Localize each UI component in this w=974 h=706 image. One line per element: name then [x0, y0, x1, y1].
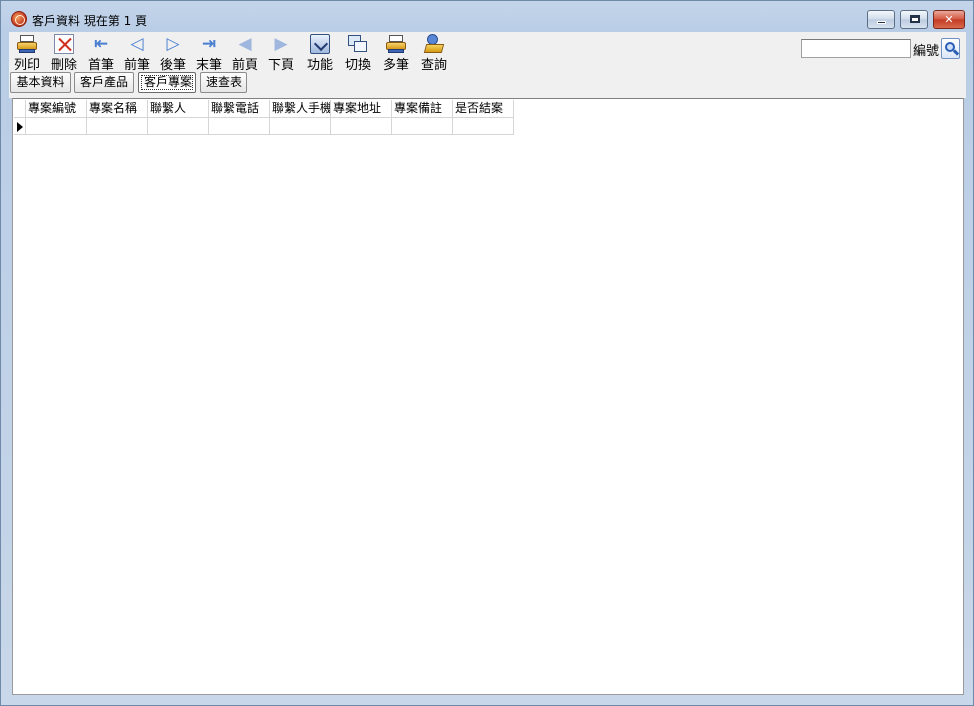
previous-page-button[interactable]: ◀ 前頁 [227, 32, 263, 73]
column-header[interactable]: 專案編號 [26, 100, 87, 118]
column-header[interactable]: 專案名稱 [87, 100, 148, 118]
tab-quick-reference[interactable]: 速查表 [200, 72, 247, 93]
column-header[interactable]: 是否結案 [453, 100, 514, 118]
first-record-icon: ⇤ [93, 34, 109, 54]
table-row[interactable] [14, 118, 514, 135]
maximize-button[interactable] [900, 10, 928, 29]
row-header-corner [14, 100, 26, 118]
row-selector[interactable] [14, 118, 26, 135]
search-button[interactable] [941, 38, 960, 59]
previous-page-icon: ◀ [238, 34, 252, 54]
id-search-input[interactable] [801, 39, 911, 58]
grid-header: 專案編號 專案名稱 聯繫人 聯繫電話 聯繫人手機 專案地址 專案備註 是否結案 [14, 100, 514, 118]
print-button[interactable]: 列印 [9, 32, 45, 73]
column-header[interactable]: 聯繫電話 [209, 100, 270, 118]
app-window: 客戶資料 現在第 1 頁 ✕ 列印 刪除 ⇤ 首筆 ◁ 前筆 ▷ 後筆 ⇥ 末筆 [0, 0, 974, 706]
table-cell[interactable] [209, 118, 270, 135]
multi-record-icon [386, 34, 406, 54]
tab-customer-projects[interactable]: 客戶專案 [138, 72, 196, 93]
minimize-icon [877, 21, 886, 24]
delete-icon [54, 34, 74, 54]
table-cell[interactable] [26, 118, 87, 135]
previous-record-button[interactable]: ◁ 前筆 [119, 32, 155, 73]
close-button[interactable]: ✕ [933, 10, 965, 29]
table-cell[interactable] [392, 118, 453, 135]
project-grid-panel: 專案編號 專案名稱 聯繫人 聯繫電話 聯繫人手機 專案地址 專案備註 是否結案 [12, 98, 964, 695]
next-page-icon: ▶ [274, 34, 288, 54]
table-cell[interactable] [453, 118, 514, 135]
table-cell[interactable] [331, 118, 392, 135]
last-record-icon: ⇥ [201, 34, 217, 54]
function-icon [310, 34, 330, 54]
function-button[interactable]: 功能 [302, 32, 338, 73]
toolbar: 列印 刪除 ⇤ 首筆 ◁ 前筆 ▷ 後筆 ⇥ 末筆 ◀ 前頁 ▶ 下頁 功能 切… [9, 32, 966, 98]
query-icon [423, 34, 445, 54]
column-header[interactable]: 聯繫人 [148, 100, 209, 118]
previous-record-icon: ◁ [130, 34, 144, 54]
next-record-icon: ▷ [166, 34, 180, 54]
title-bar[interactable]: 客戶資料 現在第 1 頁 ✕ [1, 1, 973, 32]
last-record-button[interactable]: ⇥ 末筆 [191, 32, 227, 73]
query-button[interactable]: 查詢 [416, 32, 452, 73]
minimize-button[interactable] [867, 10, 895, 29]
current-row-arrow-icon [17, 122, 23, 132]
table-cell[interactable] [270, 118, 331, 135]
delete-button[interactable]: 刪除 [46, 32, 82, 73]
next-record-button[interactable]: ▷ 後筆 [155, 32, 191, 73]
table-cell[interactable] [87, 118, 148, 135]
tab-basic-info[interactable]: 基本資料 [10, 72, 71, 93]
close-icon: ✕ [944, 13, 954, 26]
multi-record-button[interactable]: 多筆 [378, 32, 414, 73]
window-title: 客戶資料 現在第 1 頁 [32, 14, 148, 28]
tab-customer-products[interactable]: 客戶產品 [74, 72, 134, 93]
table-cell[interactable] [148, 118, 209, 135]
column-header[interactable]: 專案地址 [331, 100, 392, 118]
id-search-label: 編號 [913, 44, 940, 59]
switch-button[interactable]: 切換 [340, 32, 376, 73]
maximize-icon [910, 15, 920, 23]
next-page-button[interactable]: ▶ 下頁 [263, 32, 299, 73]
column-header[interactable]: 聯繫人手機 [270, 100, 331, 118]
column-header[interactable]: 專案備註 [392, 100, 453, 118]
print-icon [17, 34, 37, 54]
first-record-button[interactable]: ⇤ 首筆 [83, 32, 119, 73]
app-icon[interactable] [11, 11, 27, 27]
switch-icon [348, 34, 368, 54]
